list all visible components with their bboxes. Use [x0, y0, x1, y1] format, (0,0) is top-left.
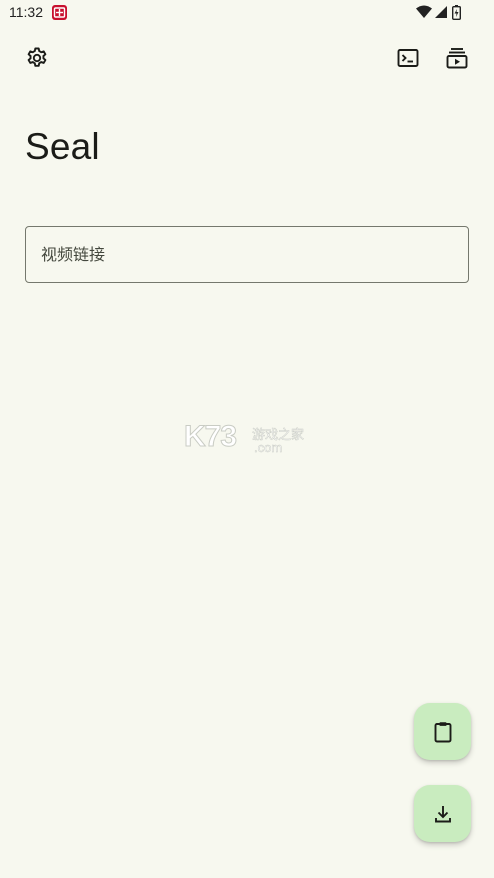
download-button[interactable] — [414, 785, 471, 842]
red-app-icon — [52, 5, 67, 20]
gear-icon — [27, 47, 47, 67]
watermark-brand: K73 — [183, 420, 237, 454]
watermark-logo: K73 游戏之家 .com — [183, 420, 314, 460]
wifi-icon — [416, 5, 432, 18]
page-title: Seal — [25, 126, 100, 167]
watermark-domain: .com — [254, 440, 283, 456]
clipboard-icon — [434, 721, 451, 742]
paste-url-button[interactable] — [414, 703, 471, 760]
status-bar: 11:32 — [0, 0, 494, 26]
video-url-field[interactable] — [25, 226, 469, 283]
battery-icon — [452, 5, 461, 20]
signal-icon — [435, 6, 447, 18]
playlist-video-icon — [446, 48, 468, 69]
terminal-icon — [397, 49, 419, 67]
video-url-input[interactable] — [26, 227, 468, 282]
settings-button[interactable] — [17, 38, 57, 78]
download-queue-button[interactable] — [437, 38, 477, 78]
status-icons — [416, 5, 466, 21]
download-icon — [434, 805, 451, 822]
terminal-button[interactable] — [388, 38, 428, 78]
status-time: 11:32 — [9, 4, 43, 20]
